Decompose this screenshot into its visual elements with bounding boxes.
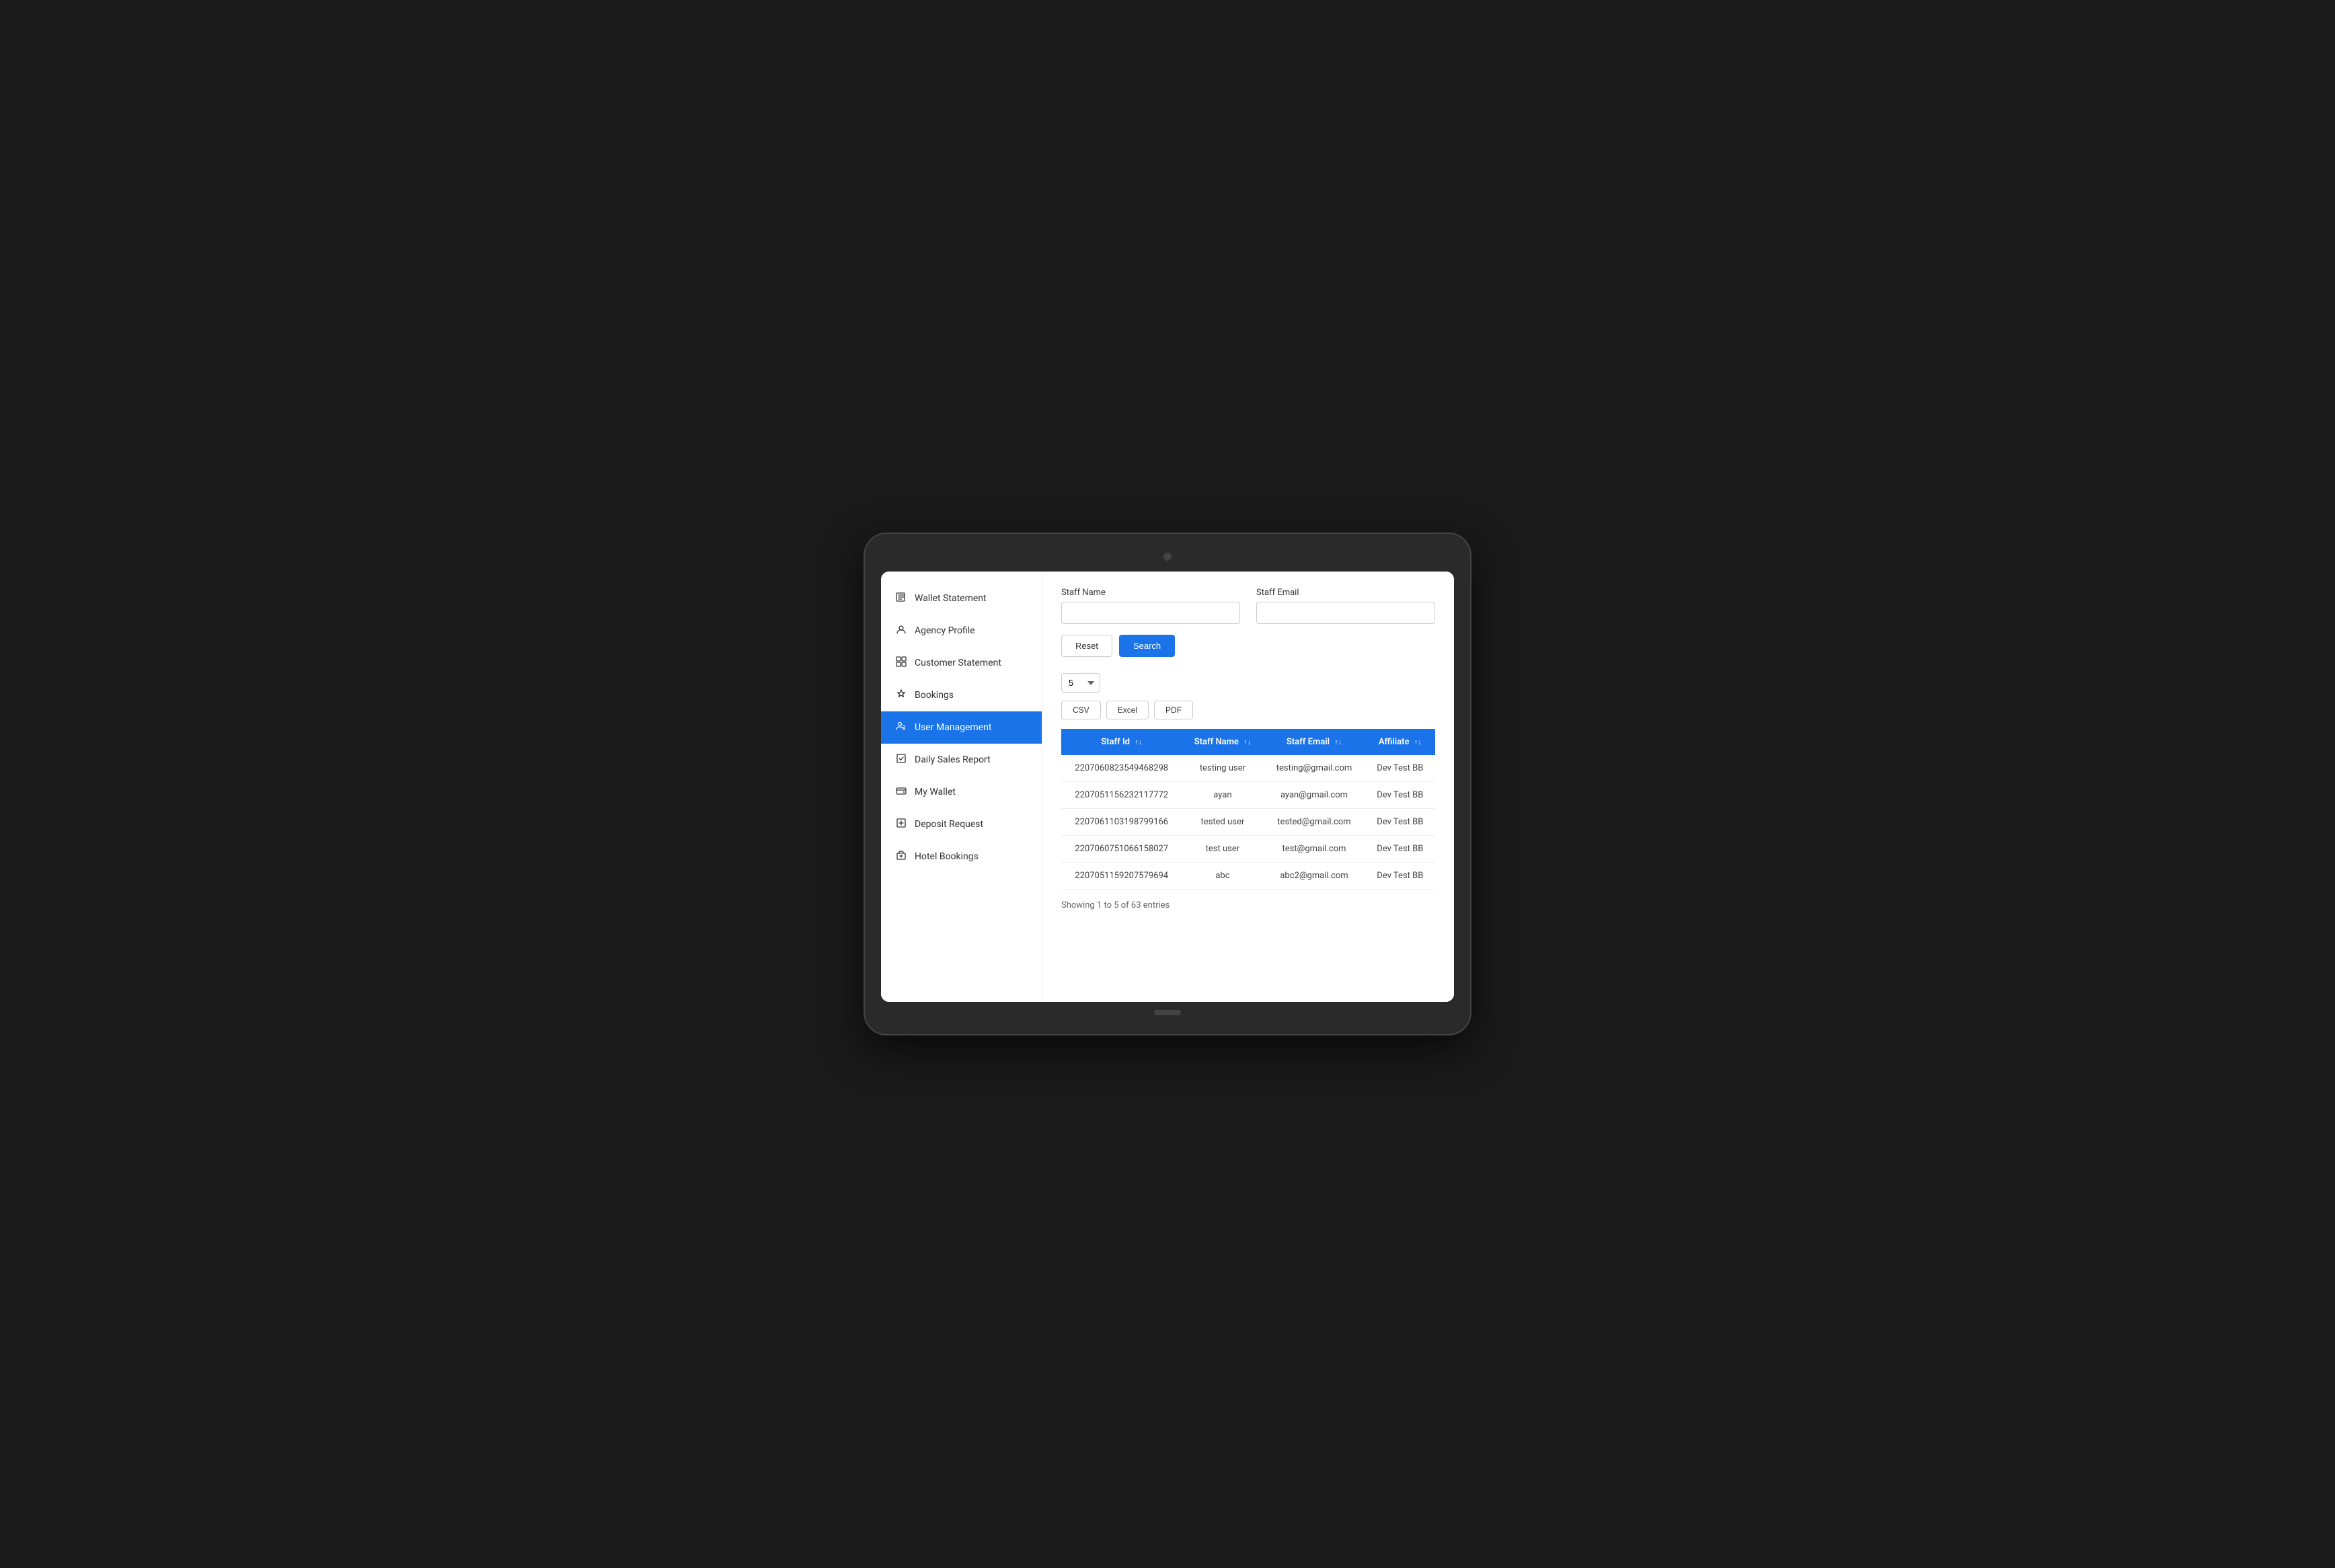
device-camera	[1163, 553, 1172, 561]
sidebar-item-label-customer-statement: Customer Statement	[915, 658, 1001, 668]
sidebar-item-bookings[interactable]: Bookings	[881, 679, 1042, 711]
per-page-select[interactable]: 5102550100	[1061, 673, 1100, 693]
cell-staff_name-1: ayan	[1182, 782, 1263, 809]
sidebar-item-daily-sales-report[interactable]: Daily Sales Report	[881, 744, 1042, 776]
customer-statement-icon	[894, 656, 908, 670]
staff-name-label: Staff Name	[1061, 588, 1240, 598]
sidebar-item-wallet-statement[interactable]: Wallet Statement	[881, 582, 1042, 615]
cell-staff_id-3: 2207060751066158027	[1061, 836, 1182, 863]
cell-affiliate-4: Dev Test BB	[1365, 863, 1435, 890]
table-head: Staff Id ↑↓Staff Name ↑↓Staff Email ↑↓Af…	[1061, 729, 1435, 755]
table-row: 2207061103198799166tested usertested@gma…	[1061, 809, 1435, 836]
table-row: 2207060751066158027test usertest@gmail.c…	[1061, 836, 1435, 863]
reset-button[interactable]: Reset	[1061, 635, 1112, 657]
col-staff_name[interactable]: Staff Name ↑↓	[1182, 729, 1263, 755]
pagination-info: Showing 1 to 5 of 63 entries	[1061, 900, 1435, 910]
cell-staff_email-4: abc2@gmail.com	[1263, 863, 1365, 890]
cell-affiliate-2: Dev Test BB	[1365, 809, 1435, 836]
sidebar-item-user-management[interactable]: User Management	[881, 711, 1042, 744]
main-content: Staff Name Staff Email Reset Search 5102…	[1042, 572, 1454, 1002]
cell-staff_id-1: 2207051156232117772	[1061, 782, 1182, 809]
table-header-row: Staff Id ↑↓Staff Name ↑↓Staff Email ↑↓Af…	[1061, 729, 1435, 755]
sidebar: Wallet Statement Agency Profile Customer S…	[881, 572, 1042, 1002]
col-staff_email[interactable]: Staff Email ↑↓	[1263, 729, 1365, 755]
cell-staff_email-2: tested@gmail.com	[1263, 809, 1365, 836]
export-excel-button[interactable]: Excel	[1106, 701, 1149, 719]
table-row: 2207051159207579694abcabc2@gmail.comDev …	[1061, 863, 1435, 890]
cell-affiliate-0: Dev Test BB	[1365, 755, 1435, 782]
table-row: 2207060823549468298testing usertesting@g…	[1061, 755, 1435, 782]
cell-staff_name-0: testing user	[1182, 755, 1263, 782]
device-frame: Wallet Statement Agency Profile Customer S…	[865, 534, 1470, 1034]
cell-affiliate-1: Dev Test BB	[1365, 782, 1435, 809]
sidebar-item-customer-statement[interactable]: Customer Statement	[881, 647, 1042, 679]
cell-staff_name-2: tested user	[1182, 809, 1263, 836]
cell-staff_name-4: abc	[1182, 863, 1263, 890]
sidebar-item-label-user-management: User Management	[915, 722, 991, 733]
hotel-bookings-icon	[894, 850, 908, 863]
search-button[interactable]: Search	[1119, 635, 1175, 657]
my-wallet-icon	[894, 785, 908, 799]
data-table: Staff Id ↑↓Staff Name ↑↓Staff Email ↑↓Af…	[1061, 729, 1435, 890]
btn-row: Reset Search	[1061, 635, 1435, 657]
bookings-icon	[894, 689, 908, 702]
sidebar-item-label-agency-profile: Agency Profile	[915, 625, 975, 636]
sidebar-item-deposit-request[interactable]: Deposit Request	[881, 808, 1042, 840]
daily-sales-report-icon	[894, 753, 908, 767]
col-staff_id[interactable]: Staff Id ↑↓	[1061, 729, 1182, 755]
export-pdf-button[interactable]: PDF	[1154, 701, 1193, 719]
cell-staff_email-3: test@gmail.com	[1263, 836, 1365, 863]
per-page-select-wrap: 5102550100	[1061, 673, 1100, 693]
export-csv-button[interactable]: CSV	[1061, 701, 1101, 719]
sidebar-item-label-daily-sales-report: Daily Sales Report	[915, 754, 991, 765]
user-management-icon	[894, 721, 908, 734]
sidebar-item-my-wallet[interactable]: My Wallet	[881, 776, 1042, 808]
cell-staff_email-1: ayan@gmail.com	[1263, 782, 1365, 809]
device-home-button	[1154, 1010, 1181, 1015]
staff-email-group: Staff Email	[1256, 588, 1435, 624]
export-buttons-row: CSV Excel PDF	[1061, 701, 1435, 719]
table-row: 2207051156232117772ayanayan@gmail.comDev…	[1061, 782, 1435, 809]
sidebar-item-label-deposit-request: Deposit Request	[915, 819, 983, 830]
sidebar-item-label-hotel-bookings: Hotel Bookings	[915, 851, 979, 862]
sidebar-item-hotel-bookings[interactable]: Hotel Bookings	[881, 840, 1042, 873]
staff-name-group: Staff Name	[1061, 588, 1240, 624]
deposit-request-icon	[894, 818, 908, 831]
staff-name-input[interactable]	[1061, 602, 1240, 624]
cell-staff_id-4: 2207051159207579694	[1061, 863, 1182, 890]
sort-icon-staff_id: ↑↓	[1135, 738, 1142, 746]
sort-icon-staff_email: ↑↓	[1334, 738, 1342, 746]
col-affiliate[interactable]: Affiliate ↑↓	[1365, 729, 1435, 755]
sort-icon-staff_name: ↑↓	[1243, 738, 1251, 746]
table-body: 2207060823549468298testing usertesting@g…	[1061, 755, 1435, 890]
sidebar-item-label-my-wallet: My Wallet	[915, 787, 956, 797]
screen: Wallet Statement Agency Profile Customer S…	[881, 572, 1454, 1002]
cell-staff_name-3: test user	[1182, 836, 1263, 863]
search-form-row: Staff Name Staff Email	[1061, 588, 1435, 624]
table-controls: 5102550100	[1061, 673, 1435, 693]
staff-email-input[interactable]	[1256, 602, 1435, 624]
staff-email-label: Staff Email	[1256, 588, 1435, 598]
wallet-statement-icon	[894, 592, 908, 605]
cell-affiliate-3: Dev Test BB	[1365, 836, 1435, 863]
sort-icon-affiliate: ↑↓	[1414, 738, 1422, 746]
cell-staff_id-0: 2207060823549468298	[1061, 755, 1182, 782]
cell-staff_email-0: testing@gmail.com	[1263, 755, 1365, 782]
sidebar-item-label-wallet-statement: Wallet Statement	[915, 593, 987, 604]
sidebar-item-label-bookings: Bookings	[915, 690, 954, 701]
sidebar-item-agency-profile[interactable]: Agency Profile	[881, 615, 1042, 647]
agency-profile-icon	[894, 624, 908, 637]
cell-staff_id-2: 2207061103198799166	[1061, 809, 1182, 836]
